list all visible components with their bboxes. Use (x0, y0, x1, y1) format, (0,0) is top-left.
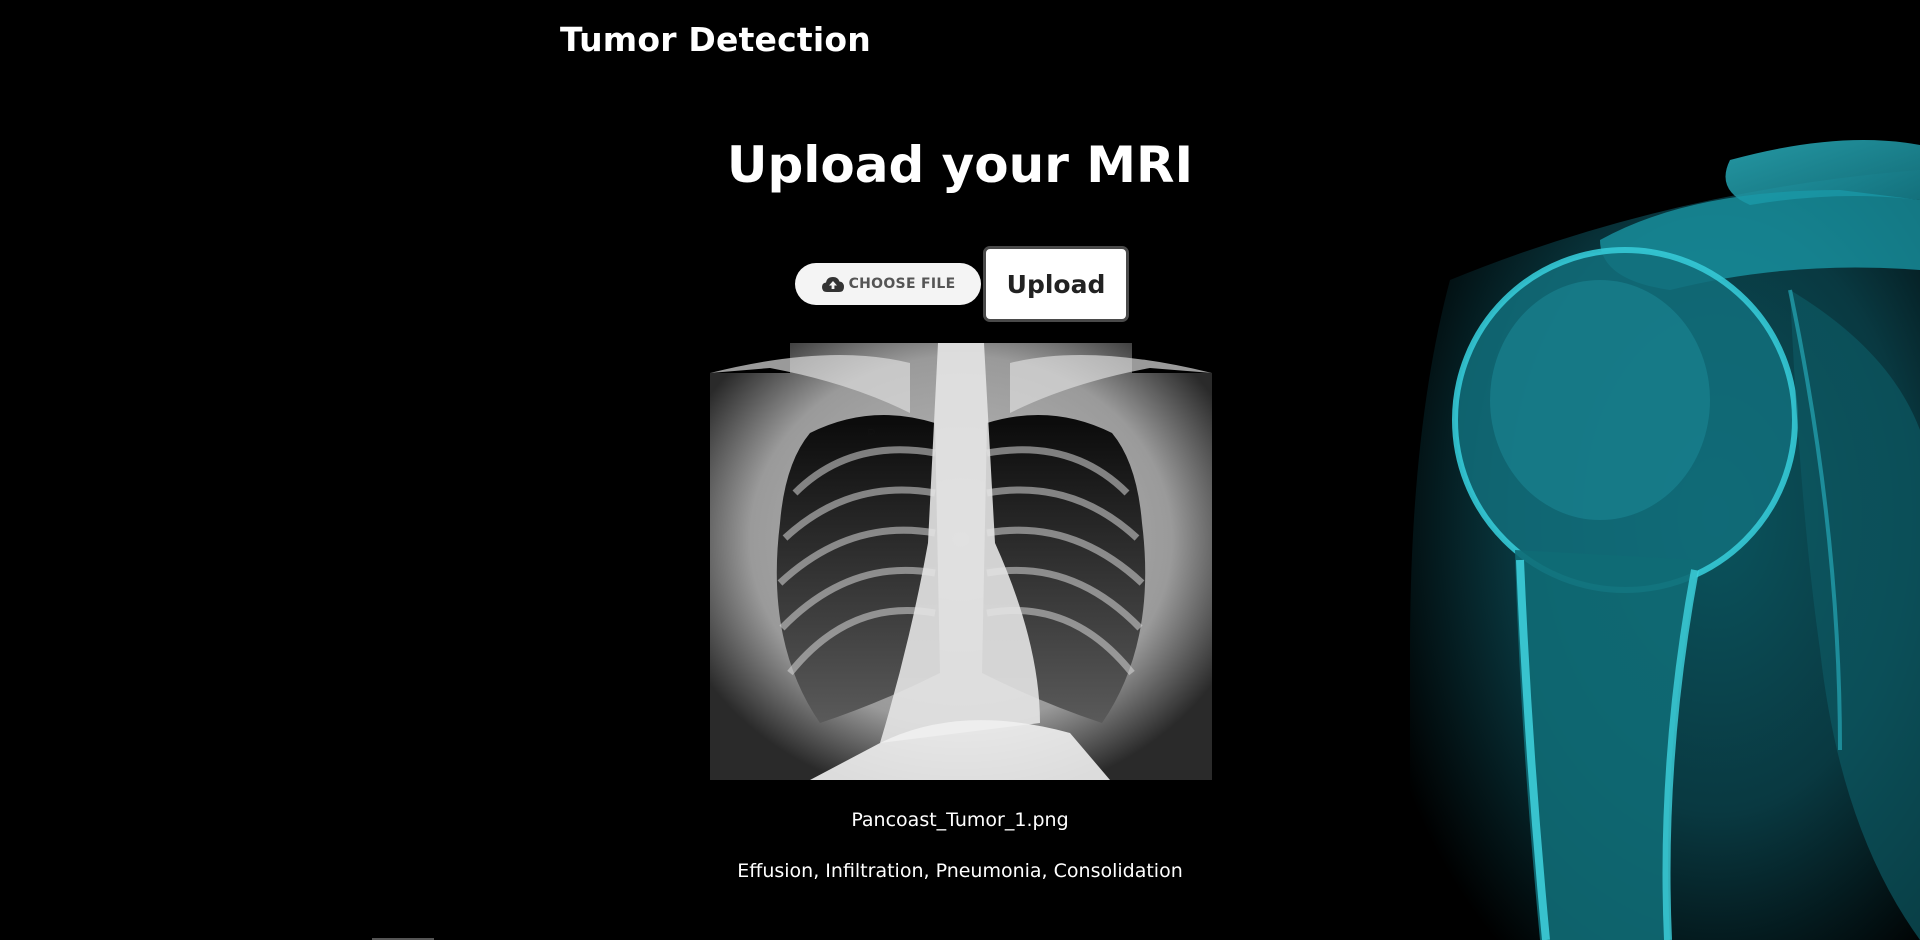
prediction-result: Effusion, Infiltration, Pneumonia, Conso… (737, 860, 1183, 882)
upload-controls: CHOOSE FILE Upload (795, 246, 1129, 322)
upload-button[interactable]: Upload (983, 246, 1129, 322)
page-title: Upload your MRI (726, 136, 1194, 194)
file-name: Pancoast_Tumor_1.png (851, 809, 1069, 831)
cloud-upload-icon (821, 275, 845, 293)
page: Tumor Detection Upload your MRI CHOOSE F… (0, 0, 1920, 940)
brand-title: Tumor Detection (560, 20, 871, 59)
choose-file-button[interactable]: CHOOSE FILE (795, 263, 981, 305)
chest-xray-preview: P (710, 343, 1212, 780)
choose-file-label: CHOOSE FILE (848, 276, 956, 292)
preview-marker: P (867, 426, 876, 441)
